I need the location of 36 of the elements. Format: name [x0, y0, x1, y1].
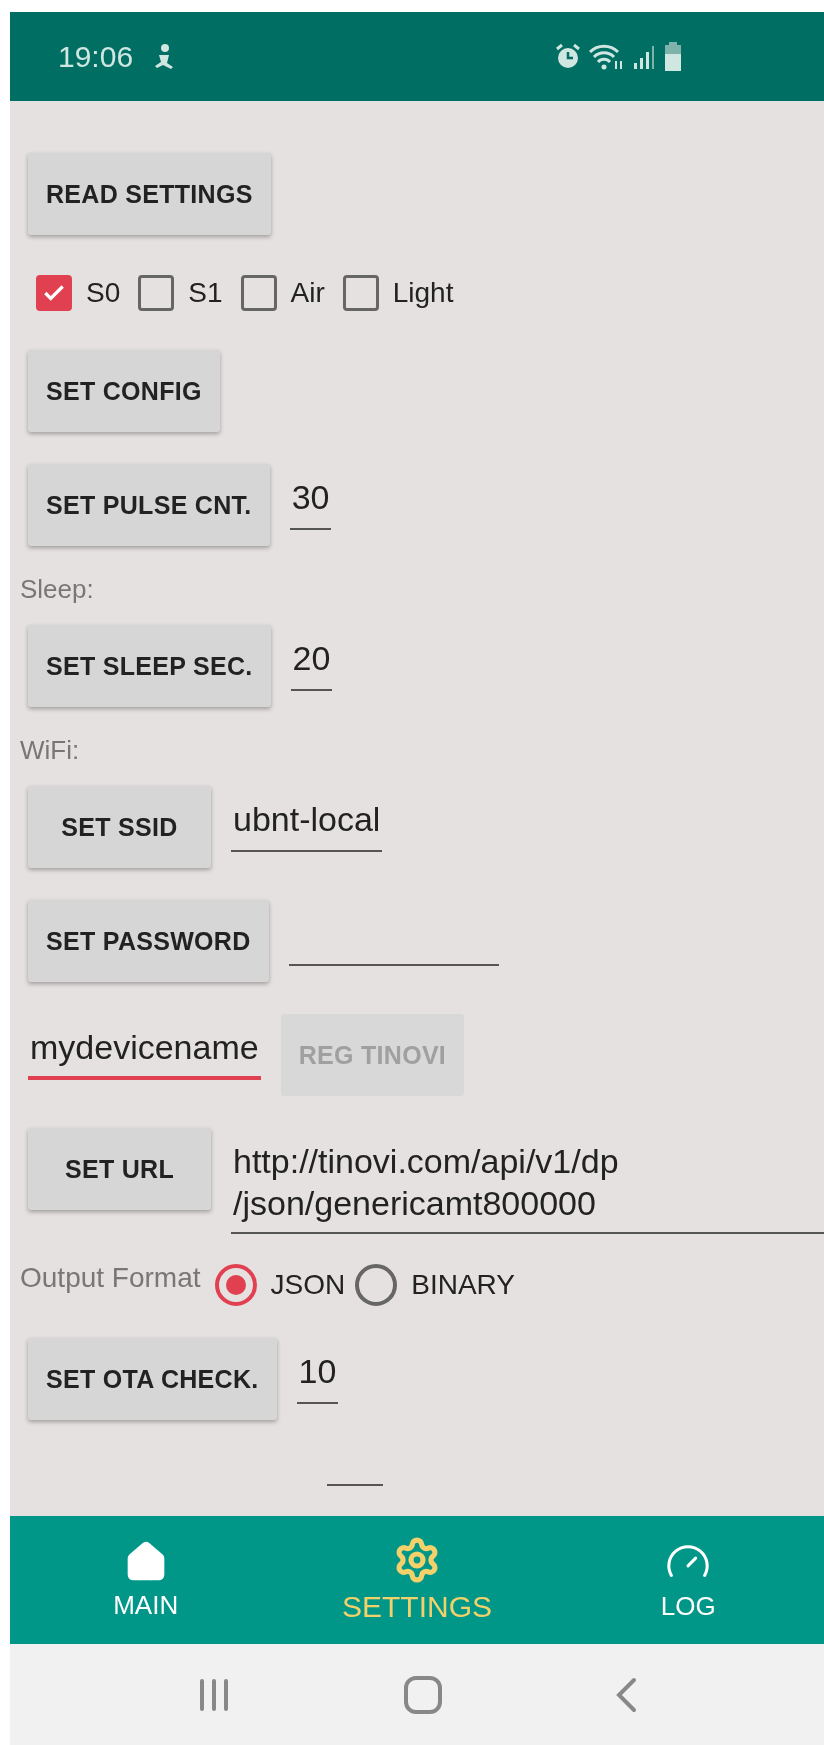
section-label: WiFi: — [20, 735, 81, 766]
input-field[interactable]: 10 — [296, 1346, 339, 1404]
home-button-icon[interactable] — [403, 1674, 443, 1715]
nav-tab[interactable]: LOG — [552, 1516, 824, 1644]
radio-button[interactable] — [214, 1264, 257, 1306]
action-button[interactable]: SET OTA CHECK. — [28, 1338, 277, 1420]
section-label: Sleep: — [20, 574, 95, 605]
alarm-icon — [554, 42, 582, 71]
field-label: Output Format — [20, 1262, 201, 1294]
action-button[interactable]: SET SSID — [28, 786, 211, 868]
action-button[interactable]: SET PULSE CNT. — [28, 464, 270, 546]
back-icon[interactable] — [614, 1676, 639, 1713]
action-button[interactable]: READ SETTINGS — [28, 153, 271, 235]
input-field[interactable]: 20 — [290, 633, 333, 691]
checkbox[interactable] — [342, 275, 379, 311]
checkbox[interactable] — [240, 275, 277, 311]
checkbox[interactable] — [36, 275, 72, 311]
input-field[interactable]: ubnt-local — [231, 794, 383, 852]
nav-tab[interactable]: MAIN — [10, 1516, 282, 1644]
checkbox-label: S1 — [188, 277, 223, 309]
radio-button[interactable] — [355, 1264, 398, 1306]
checkbox-label: S0 — [86, 277, 121, 309]
input-field[interactable]: 30 — [289, 472, 332, 530]
action-button[interactable]: SET PASSWORD — [28, 900, 269, 982]
action-button[interactable]: SET URL — [28, 1128, 211, 1210]
battery-icon — [664, 41, 682, 72]
action-button[interactable]: SET CONFIG — [28, 350, 220, 432]
status-time: 19:06 — [58, 39, 134, 74]
checkbox-label: Air — [290, 277, 325, 309]
radio-label: JSON — [270, 1269, 346, 1301]
input-field[interactable]: mydevicename — [28, 1022, 261, 1080]
action-button[interactable]: SET SLEEP SEC. — [28, 625, 271, 707]
radio-label: BINARY — [411, 1269, 515, 1301]
input-field[interactable]: http://tinovi.com/api/v1/dp /json/genericamt800000 — [231, 1136, 824, 1234]
checkbox[interactable] — [138, 275, 175, 311]
checkbox-label: Light — [392, 277, 454, 309]
